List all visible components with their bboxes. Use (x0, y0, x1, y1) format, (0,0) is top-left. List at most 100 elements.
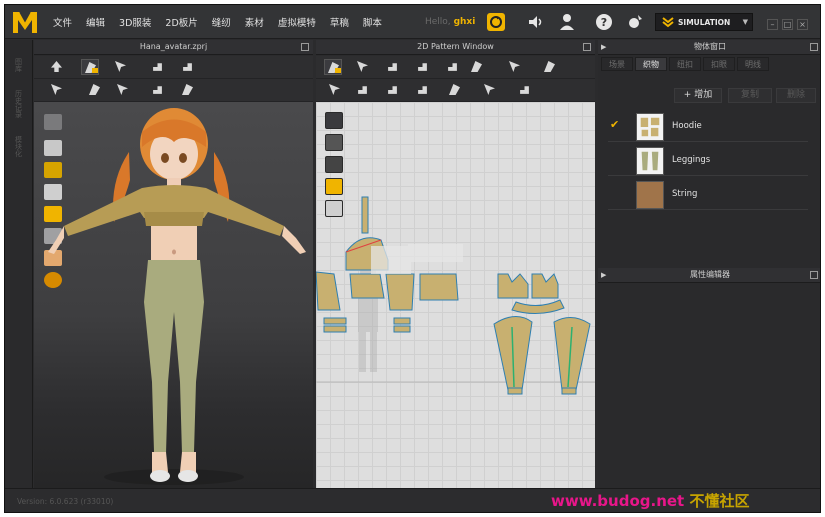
garment-tool[interactable] (481, 82, 499, 98)
menu-materials[interactable]: 素材 (245, 15, 264, 29)
view3d-header: Hana_avatar.zprj (34, 40, 313, 55)
popout-icon[interactable] (583, 43, 591, 51)
close-button[interactable]: × (797, 19, 808, 30)
simulation-label: SIMULATION (678, 17, 731, 27)
check-icon: ✔ (610, 118, 620, 131)
fabric-swatch-leggings (636, 147, 664, 175)
menu-2d-pattern[interactable]: 2D板片 (165, 15, 197, 29)
user-icon[interactable] (558, 13, 576, 31)
md-logo-icon (13, 11, 37, 33)
fabric-name-string: String (672, 189, 698, 199)
select-mesh-tool[interactable] (48, 59, 66, 75)
menu-file[interactable]: 文件 (53, 15, 72, 29)
view3d-title: Hana_avatar.zprj (139, 42, 208, 51)
side-library-strip: 图库 历史记录 模块化 (5, 40, 33, 488)
side-tab-library[interactable]: 图库 (14, 58, 24, 72)
internal-shape-tool[interactable] (468, 59, 486, 75)
watermark-url: www.budog.net (551, 492, 685, 510)
view3d-toolbar-2 (34, 79, 313, 102)
avatar-pose-tool[interactable] (541, 59, 559, 75)
polygon-tool[interactable] (414, 59, 432, 75)
side-tab-history[interactable]: 历史记录 (14, 90, 24, 118)
popout-icon[interactable] (810, 43, 818, 51)
maximize-button[interactable]: □ (782, 19, 793, 30)
chevron-down-icon[interactable]: ▼ (743, 18, 748, 26)
free-sewing-tool[interactable] (354, 82, 372, 98)
tab-fabric[interactable]: 织物 (635, 57, 667, 71)
transform-pattern-tool[interactable] (354, 59, 372, 75)
pattern-pieces (316, 196, 595, 395)
fold-tool[interactable] (149, 59, 167, 75)
view2d-viewport[interactable] (316, 102, 595, 488)
menu-draft[interactable]: 草稿 (330, 15, 349, 29)
object-browser-panel: ▶ 物体窗口 场景 织物 纽扣 扣眼 明线 + 增加 复制 删除 ✔ Hoodi… (598, 40, 820, 488)
object-browser-tabs: 场景 织物 纽扣 扣眼 明线 (601, 57, 771, 71)
minimize-button[interactable]: – (767, 19, 778, 30)
sewing-3d-tool[interactable] (114, 82, 132, 98)
segment-sewing-tool[interactable] (326, 82, 344, 98)
fabric-swatch-hoodie (636, 113, 664, 141)
texture-edit-tool[interactable] (516, 82, 534, 98)
edit-curvature-tool[interactable] (384, 59, 402, 75)
property-editor-title: 属性编辑器 (690, 270, 730, 279)
view2d-title: 2D Pattern Window (417, 42, 494, 51)
copy-fabric-button[interactable]: 复制 (728, 88, 772, 103)
strengthen-tool[interactable] (149, 82, 167, 98)
check-sewing-tool[interactable] (414, 82, 432, 98)
chevron-right-icon[interactable]: ▶ (601, 268, 606, 282)
view2d-header: 2D Pattern Window (316, 40, 595, 55)
help-icon[interactable]: ? (595, 13, 613, 31)
pin-tool[interactable] (86, 82, 104, 98)
user-name[interactable]: ghxi (454, 17, 476, 27)
view2d-toolbar-2 (316, 79, 595, 102)
fabric-item-hoodie[interactable]: ✔ Hoodie (608, 112, 808, 142)
fabric-name-leggings: Leggings (672, 155, 711, 165)
tack-tool[interactable] (48, 82, 66, 98)
fabric-name-hoodie: Hoodie (672, 121, 702, 131)
menu-avatar[interactable]: 虚拟模特 (278, 15, 316, 29)
darts-tool[interactable] (506, 59, 524, 75)
property-editor-header: ▶ 属性编辑器 (598, 268, 820, 283)
popout-icon[interactable] (810, 271, 818, 279)
popout-icon[interactable] (301, 43, 309, 51)
simulation-button[interactable]: SIMULATION ▼ (655, 13, 753, 31)
svg-text:?: ? (601, 16, 607, 29)
tab-buttons[interactable]: 纽扣 (669, 57, 701, 71)
fold-arrangement-tool[interactable] (446, 82, 464, 98)
avatar-render (48, 108, 306, 485)
transform-tool[interactable] (112, 59, 130, 75)
menu-edit[interactable]: 编辑 (86, 15, 105, 29)
fabric-item-string[interactable]: String (608, 180, 808, 210)
menu-script[interactable]: 脚本 (363, 15, 382, 29)
arrange-tool[interactable] (179, 59, 197, 75)
edit-sewing-tool[interactable] (384, 82, 402, 98)
menu-bar: 文件 编辑 3D服装 2D板片 缝纫 素材 虚拟模特 草稿 脚本 Hello, … (5, 5, 820, 39)
view2d-toolbar-1 (316, 56, 595, 79)
delete-fabric-button[interactable]: 删除 (776, 88, 816, 103)
settings-icon[interactable] (625, 13, 643, 31)
tab-topstitch[interactable]: 明线 (737, 57, 769, 71)
rectangle-tool[interactable] (444, 59, 462, 75)
user-greeting: Hello, ghxi (425, 17, 476, 27)
tab-scene[interactable]: 场景 (601, 57, 633, 71)
view3d-toolbar-1 (34, 56, 313, 79)
fabric-item-leggings[interactable]: Leggings (608, 146, 808, 176)
app-window: 文件 编辑 3D服装 2D板片 缝纫 素材 虚拟模特 草稿 脚本 Hello, … (4, 4, 821, 513)
menu-3d-garment[interactable]: 3D服装 (119, 15, 151, 29)
chevron-right-icon[interactable]: ▶ (601, 40, 606, 54)
speaker-icon[interactable] (527, 13, 545, 31)
menu-sewing[interactable]: 缝纫 (212, 15, 231, 29)
main-menu: 文件 编辑 3D服装 2D板片 缝纫 素材 虚拟模特 草稿 脚本 (53, 5, 396, 39)
move-tool[interactable] (81, 59, 99, 75)
add-fabric-button[interactable]: + 增加 (674, 88, 722, 103)
fabric-swatch-string (636, 181, 664, 209)
view3d-viewport[interactable] (34, 102, 313, 488)
version-text: Version: 6.0.623 (r33010) (17, 497, 114, 506)
object-browser-title: 物体窗口 (694, 42, 726, 51)
side-tab-modular[interactable]: 模块化 (14, 136, 24, 157)
tab-buttonholes[interactable]: 扣眼 (703, 57, 735, 71)
edit-pattern-tool[interactable] (324, 59, 342, 75)
cloud-sync-icon[interactable] (487, 13, 505, 31)
simulation-icon (662, 17, 674, 28)
measure-tool[interactable] (179, 82, 197, 98)
